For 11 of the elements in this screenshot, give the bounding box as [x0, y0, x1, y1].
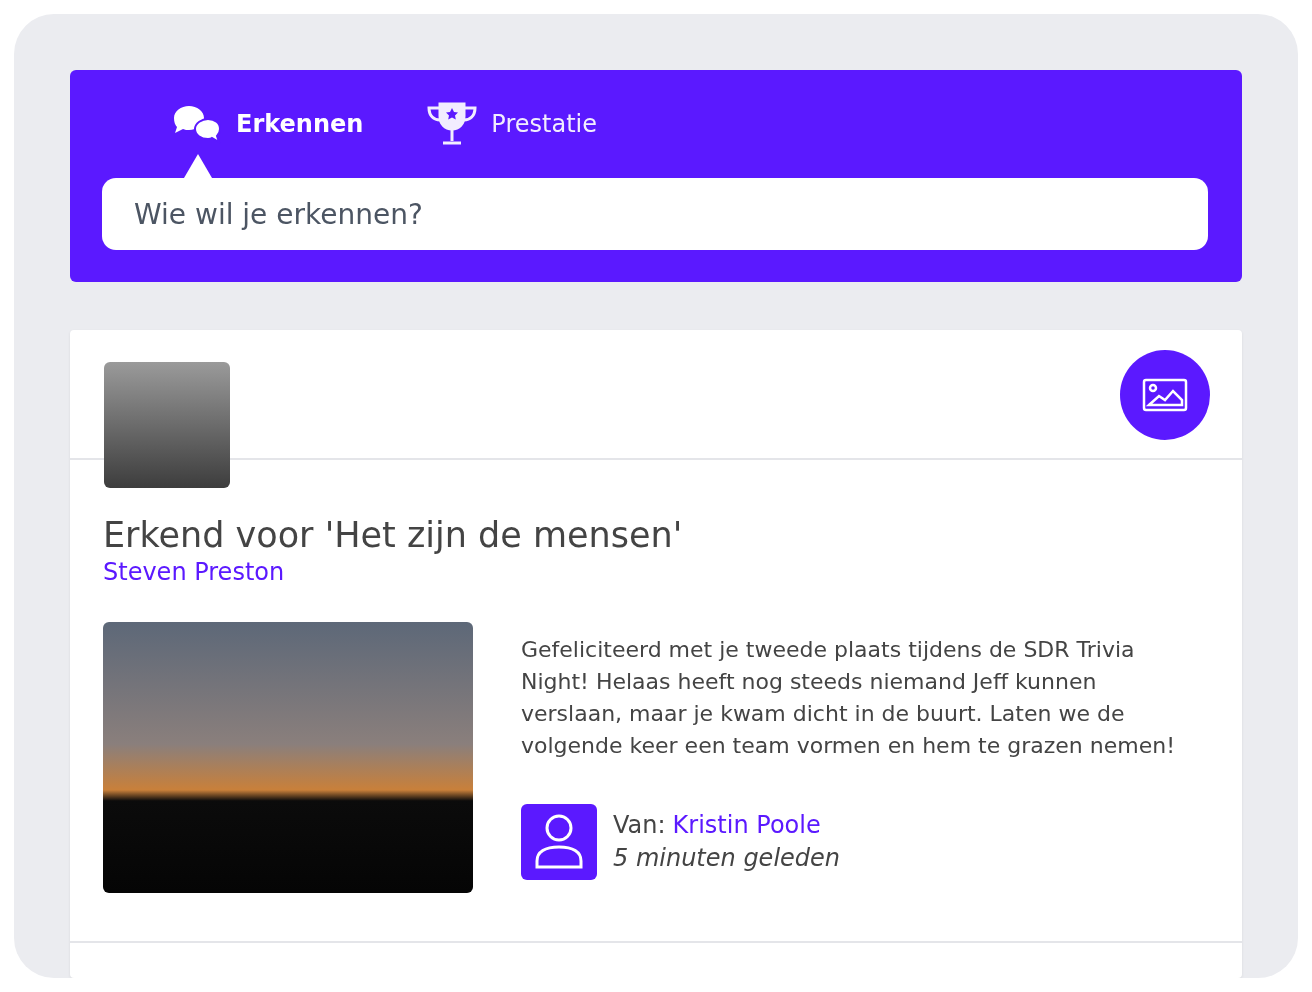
image-icon — [1142, 378, 1188, 412]
from-label: Van: — [613, 810, 666, 841]
sender-link[interactable]: Kristin Poole — [672, 809, 821, 841]
search-field[interactable]: Wie wil je erkennen? — [102, 178, 1208, 250]
post-time: 5 minuten geleden — [613, 843, 841, 874]
post-title: Erkend voor 'Het zijn de mensen' — [103, 514, 684, 556]
post-message: Gefeliciteerd met je tweede plaats tijdens de SDR Trivia Night! Helaas heeft nog steeds niemand Jeff kunnen verslaan, maar je kwam dicht in de buurt. Laten we de volgende keer een team vormen en hem te grazen nemen! — [521, 636, 1176, 760]
tab[interactable]: Prestatie — [427, 70, 597, 178]
recipient-link[interactable]: Steven Preston — [103, 556, 285, 588]
trophy-icon — [427, 102, 478, 146]
user-icon — [533, 813, 585, 871]
